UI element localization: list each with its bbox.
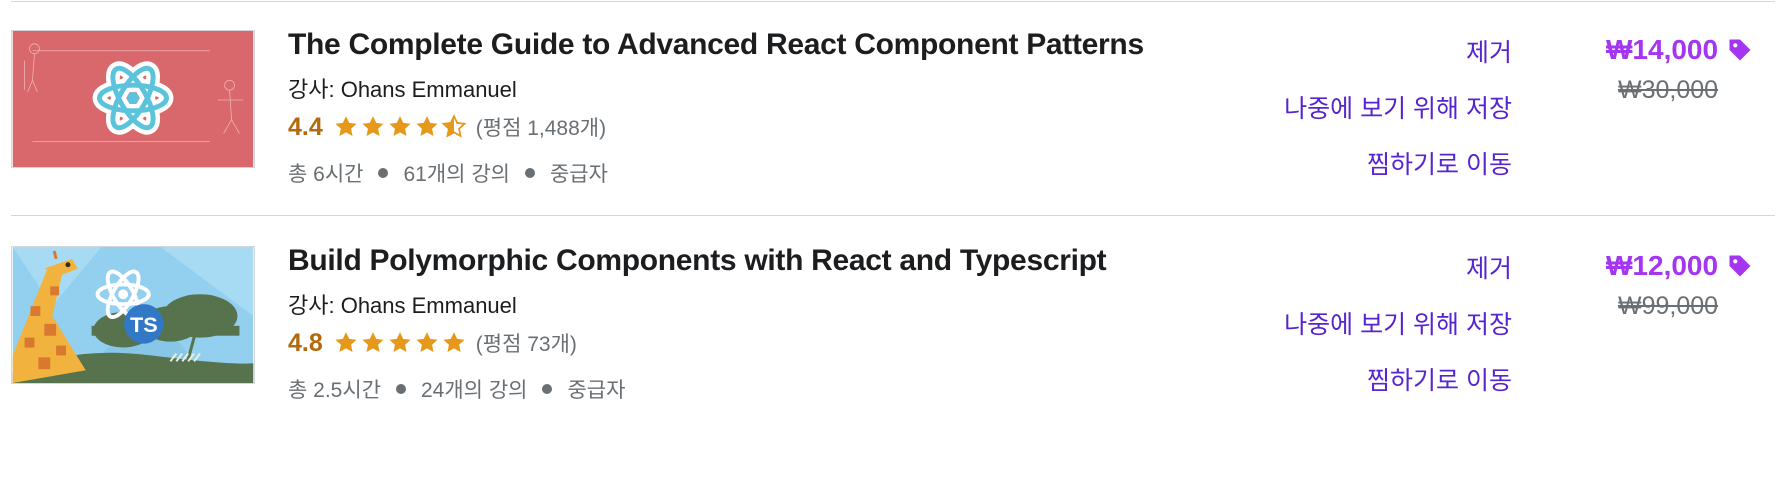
star-full-icon: [389, 332, 411, 352]
price-value: ₩14,000: [1606, 34, 1719, 65]
course-duration: 총 6시간: [288, 163, 364, 186]
separator-dot: [542, 384, 553, 394]
star-full-icon: [389, 116, 411, 136]
cart-item: TS Build Polymorphic Components with Rea…: [0, 216, 1786, 461]
course-lectures: 24개의 강의: [421, 379, 528, 402]
course-level: 중급자: [567, 379, 626, 402]
rating-stars: [333, 330, 468, 356]
cart-item: The Complete Guide to Advanced React Com…: [0, 0, 1786, 245]
remove-link[interactable]: 제거: [1284, 25, 1512, 81]
price-tag-icon: [1729, 39, 1751, 61]
separator-dot: [524, 168, 535, 178]
course-level: 중급자: [549, 163, 608, 186]
remove-link[interactable]: 제거: [1284, 241, 1512, 297]
rating-row: 4.8 (평점 73개): [288, 326, 577, 360]
course-title[interactable]: The Complete Guide to Advanced React Com…: [288, 28, 1144, 62]
course-instructor: 강사: Ohans Emmanuel: [288, 293, 517, 318]
current-price: ₩12,000: [1606, 250, 1754, 282]
move-to-wishlist-link[interactable]: 찜하기로 이동: [1284, 353, 1512, 409]
original-price: ₩99,000: [1618, 292, 1719, 320]
current-price: ₩14,000: [1606, 34, 1754, 66]
price-value: ₩12,000: [1606, 250, 1719, 281]
original-price: ₩30,000: [1618, 76, 1719, 104]
react-atom-icon: [12, 31, 254, 167]
separator-dot: [378, 168, 389, 178]
svg-text:TS: TS: [130, 312, 158, 337]
cart-item-actions: 제거 나중에 보기 위해 저장 찜하기로 이동: [1284, 25, 1512, 193]
rating-count: (평점 1,488개): [475, 117, 607, 140]
star-full-icon: [443, 332, 465, 352]
save-for-later-link[interactable]: 나중에 보기 위해 저장: [1284, 81, 1512, 137]
course-thumbnail[interactable]: [11, 30, 255, 168]
price-tag-icon: [1729, 255, 1751, 277]
star-full-icon: [362, 332, 384, 352]
course-instructor: 강사: Ohans Emmanuel: [288, 77, 517, 102]
cart-course-list: The Complete Guide to Advanced React Com…: [0, 0, 1786, 490]
star-full-icon: [362, 116, 384, 136]
star-full-icon: [335, 332, 357, 352]
save-for-later-link[interactable]: 나중에 보기 위해 저장: [1284, 297, 1512, 353]
move-to-wishlist-link[interactable]: 찜하기로 이동: [1284, 137, 1512, 193]
star-half-icon: [441, 114, 467, 138]
course-thumbnail[interactable]: TS: [11, 246, 255, 384]
react-typescript-giraffe-icon: TS: [12, 247, 254, 383]
rating-row: 4.4 (평점 1,488개): [288, 110, 606, 144]
course-meta: 총 6시간 61개의 강의 중급자: [288, 158, 608, 188]
separator-dot: [396, 384, 406, 394]
course-duration: 총 2.5시간: [288, 379, 381, 402]
course-lectures: 61개의 강의: [403, 163, 510, 186]
rating-value: 4.8: [288, 328, 323, 357]
rating-count: (평점 73개): [475, 333, 577, 356]
cart-item-actions: 제거 나중에 보기 위해 저장 찜하기로 이동: [1284, 241, 1512, 409]
rating-stars: [333, 114, 468, 140]
rating-value: 4.4: [288, 112, 323, 141]
course-meta: 총 2.5시간 24개의 강의 중급자: [288, 374, 625, 404]
star-full-icon: [416, 332, 438, 352]
star-full-icon: [335, 116, 357, 136]
star-full-icon: [416, 116, 438, 136]
course-title[interactable]: Build Polymorphic Components with React …: [288, 244, 1107, 278]
